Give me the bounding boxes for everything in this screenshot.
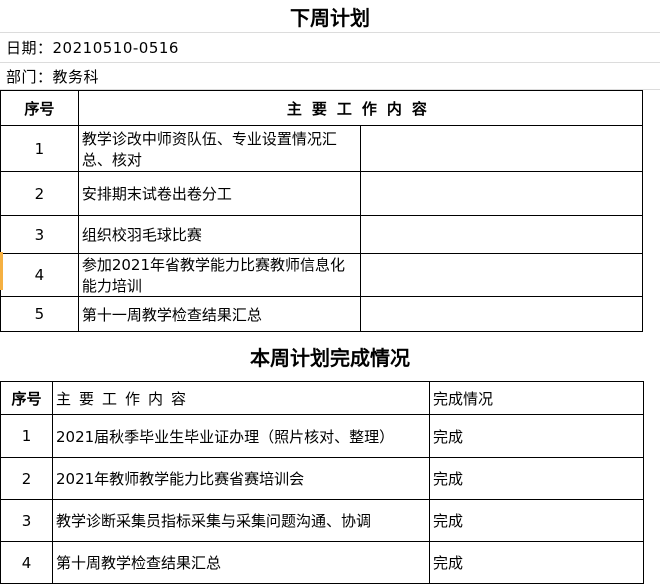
row-work[interactable]: 第十一周教学检查结果汇总 <box>77 296 361 332</box>
row-work[interactable]: 第十周教学检查结果汇总 <box>52 541 430 584</box>
next-week-table: 序号 主要工作内容 1 教学诊改中师资队伍、专业设置情况汇总、核对 2 安排期末… <box>0 90 644 332</box>
department-value: 教务科 <box>52 67 100 86</box>
row-status[interactable]: 完成 <box>429 414 644 458</box>
row-no[interactable]: 3 <box>0 499 53 542</box>
row-status[interactable] <box>359 215 644 254</box>
row-no[interactable]: 1 <box>0 125 79 172</box>
row-work[interactable]: 2021年教师教学能力比赛省赛培训会 <box>52 457 430 500</box>
header-status[interactable]: 完成情况 <box>429 381 644 415</box>
row-status[interactable] <box>359 296 644 332</box>
row-status[interactable]: 完成 <box>429 499 644 542</box>
row-status[interactable]: 完成 <box>429 457 644 500</box>
header-no[interactable]: 序号 <box>0 381 53 415</box>
table-row: 1 2021届秋季毕业生毕业证办理（照片核对、整理） 完成 <box>0 414 644 458</box>
table-row: 1 教学诊改中师资队伍、专业设置情况汇总、核对 <box>0 125 644 172</box>
next-week-header-row: 序号 主要工作内容 <box>0 90 644 126</box>
date-value: 20210510-0516 <box>52 38 179 57</box>
row-marker <box>0 252 3 290</box>
row-work[interactable]: 安排期末试卷出卷分工 <box>77 171 361 216</box>
department-label: 部门： <box>6 67 53 86</box>
row-work[interactable]: 2021届秋季毕业生毕业证办理（照片核对、整理） <box>52 414 430 458</box>
table-row: 4 第十周教学检查结果汇总 完成 <box>0 541 644 584</box>
table-row: 4 参加2021年省教学能力比赛教师信息化能力培训 <box>0 253 644 297</box>
row-no[interactable]: 5 <box>0 296 79 332</box>
row-work[interactable]: 教学诊断采集员指标采集与采集问题沟通、协调 <box>52 499 430 542</box>
this-week-header-row: 序号 主要工作内容 完成情况 <box>0 381 644 415</box>
spreadsheet: 下周计划 日期： 20210510-0516 部门： 教务科 序号 主要工作内容… <box>0 0 660 585</box>
table-row: 5 第十一周教学检查结果汇总 <box>0 296 644 332</box>
date-row[interactable]: 日期： 20210510-0516 <box>0 33 660 63</box>
row-no[interactable]: 4 <box>0 253 79 297</box>
table-row: 3 组织校羽毛球比赛 <box>0 215 644 254</box>
this-week-title[interactable]: 本周计划完成情况 <box>0 331 660 381</box>
header-no[interactable]: 序号 <box>0 90 79 126</box>
department-row[interactable]: 部门： 教务科 <box>0 63 660 90</box>
row-no[interactable]: 1 <box>0 414 53 458</box>
this-week-table: 序号 主要工作内容 完成情况 1 2021届秋季毕业生毕业证办理（照片核对、整理… <box>0 381 644 584</box>
row-status[interactable] <box>359 253 644 297</box>
row-work[interactable]: 教学诊改中师资队伍、专业设置情况汇总、核对 <box>77 125 361 172</box>
row-work[interactable]: 参加2021年省教学能力比赛教师信息化能力培训 <box>77 253 361 297</box>
table-row: 2 2021年教师教学能力比赛省赛培训会 完成 <box>0 457 644 500</box>
row-no[interactable]: 2 <box>0 457 53 500</box>
header-work[interactable]: 主要工作内容 <box>52 381 430 415</box>
table-row: 2 安排期末试卷出卷分工 <box>0 171 644 216</box>
row-no[interactable]: 2 <box>0 171 79 216</box>
next-week-title[interactable]: 下周计划 <box>0 0 660 33</box>
next-week-title-text: 下周计划 <box>290 5 370 30</box>
row-no[interactable]: 4 <box>0 541 53 584</box>
row-no[interactable]: 3 <box>0 215 79 254</box>
row-status[interactable] <box>359 171 644 216</box>
row-status[interactable]: 完成 <box>429 541 644 584</box>
row-status[interactable] <box>359 125 644 172</box>
table-row: 3 教学诊断采集员指标采集与采集问题沟通、协调 完成 <box>0 499 644 542</box>
header-work[interactable]: 主要工作内容 <box>77 90 644 126</box>
date-label: 日期： <box>6 39 53 57</box>
this-week-title-text: 本周计划完成情况 <box>250 345 410 370</box>
row-work[interactable]: 组织校羽毛球比赛 <box>77 215 361 254</box>
